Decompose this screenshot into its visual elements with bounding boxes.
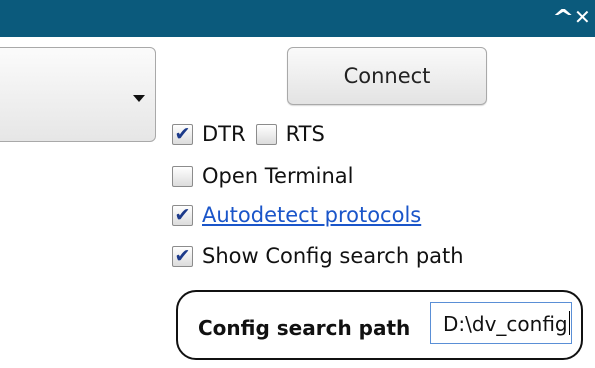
dtr-checkbox[interactable]: ✔	[172, 122, 193, 145]
show-config-label: Show Config search path	[202, 244, 464, 268]
close-icon[interactable]: ✕	[574, 7, 591, 27]
show-config-row: ✔ Show Config search path	[172, 244, 464, 268]
rts-checkbox[interactable]	[255, 123, 277, 145]
dtr-label: DTR	[202, 122, 246, 146]
autodetect-row: ✔ Autodetect protocols	[172, 203, 421, 227]
dtr-rts-row: ✔ DTR RTS	[172, 122, 325, 146]
checkmark-icon: ✔	[174, 244, 191, 267]
config-path-panel: Config search path D:\dv_config	[176, 290, 583, 360]
config-path-label: Config search path	[198, 316, 411, 340]
chevron-down-icon[interactable]	[133, 95, 145, 102]
open-terminal-row: Open Terminal	[172, 164, 354, 188]
checkmark-icon: ✔	[174, 122, 191, 145]
show-config-checkbox[interactable]: ✔	[172, 244, 193, 267]
connect-button[interactable]: Connect	[287, 47, 487, 105]
autodetect-checkbox[interactable]: ✔	[172, 203, 193, 226]
title-bar: ^ ✕	[0, 0, 595, 37]
open-terminal-label: Open Terminal	[202, 164, 354, 188]
rts-label: RTS	[285, 122, 325, 146]
open-terminal-checkbox[interactable]	[172, 165, 193, 187]
autodetect-protocols-link[interactable]: Autodetect protocols	[202, 203, 421, 227]
config-path-value: D:\dv_config	[443, 312, 568, 336]
config-path-input[interactable]: D:\dv_config	[430, 302, 572, 344]
checkmark-icon: ✔	[174, 203, 191, 226]
collapse-icon[interactable]: ^	[552, 8, 574, 30]
text-caret	[568, 311, 570, 335]
port-dropdown[interactable]	[0, 47, 156, 142]
